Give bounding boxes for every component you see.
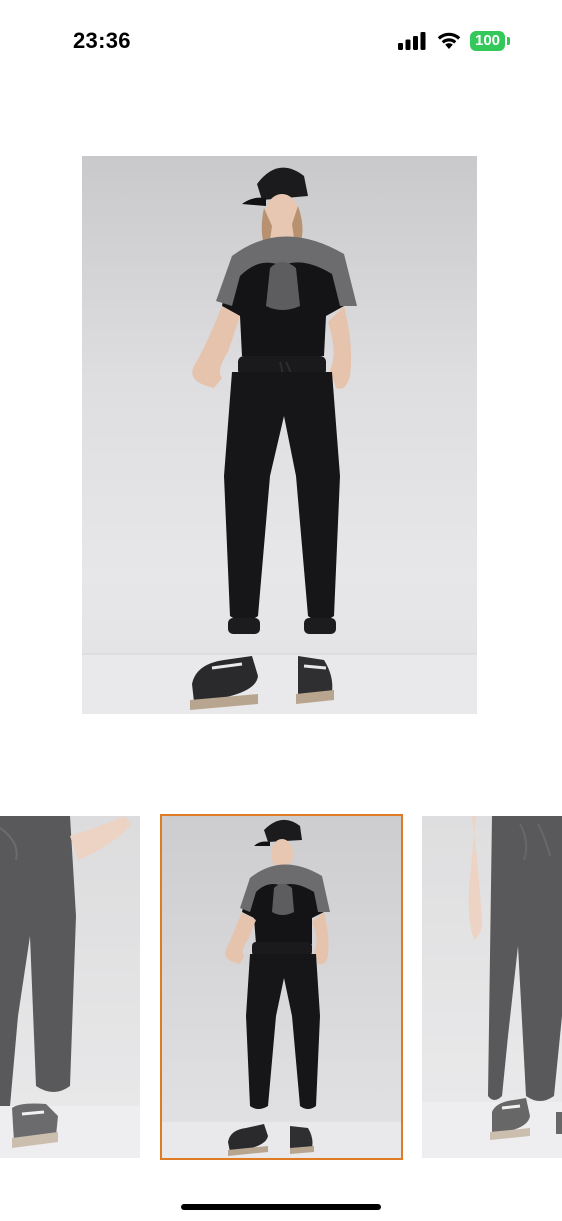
status-bar: 23:36 100: [0, 0, 562, 84]
model-illustration: [82, 167, 477, 714]
battery-level: 100: [470, 31, 505, 51]
thumbnail-trousers-closeup-right[interactable]: [422, 816, 562, 1158]
status-time: 23:36: [73, 28, 131, 53]
wifi-icon: [437, 32, 461, 49]
thumbnail-full-outfit[interactable]: [160, 814, 403, 1160]
battery-icon: 100: [470, 31, 510, 51]
signal-icon: [398, 32, 426, 50]
thumbnail-strip: [0, 814, 562, 1160]
battery-tip: [507, 37, 510, 45]
thumbnail-trousers-closeup-left[interactable]: [0, 816, 140, 1158]
home-indicator[interactable]: [181, 1204, 381, 1210]
product-photo-main[interactable]: [82, 156, 477, 714]
